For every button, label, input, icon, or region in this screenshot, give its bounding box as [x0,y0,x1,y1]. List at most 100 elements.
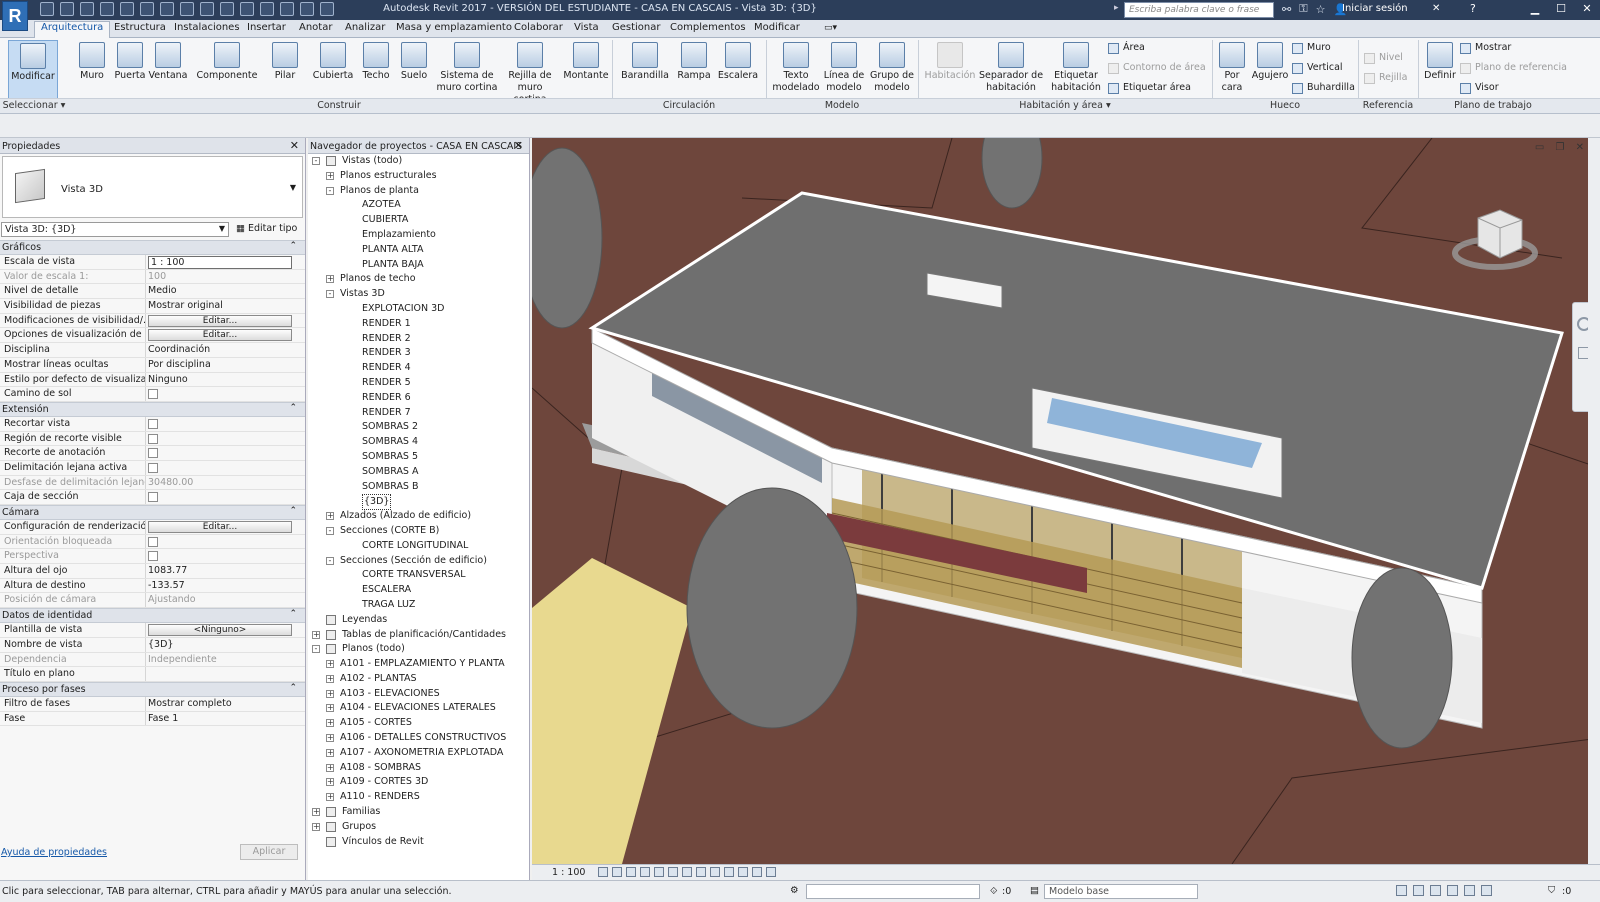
tree-item[interactable]: - Vistas 3D [308,287,529,302]
property-value-cell[interactable]: 100 [146,270,305,284]
cubierta-button[interactable]: Cubierta [312,40,354,82]
collapse-icon[interactable]: - [312,645,320,654]
property-value-cell[interactable] [146,387,305,401]
collapse-icon[interactable]: - [326,186,334,195]
escalera-button[interactable]: Escalera [716,40,760,82]
panel-seleccionar[interactable]: Seleccionar ▾ [2,100,66,111]
collapse-icon[interactable]: ⌃ [289,241,297,251]
property-value-cell[interactable] [146,417,305,431]
view-scale-input[interactable]: 1 : 100 [148,256,292,269]
hueco-muro-button[interactable]: Muro [1292,42,1331,54]
search-expand-icon[interactable]: ▸ [1114,3,1122,15]
property-value-cell[interactable]: {3D} [146,638,305,652]
visor-button[interactable]: Visor [1460,82,1499,94]
tree-item[interactable]: SOMBRAS 4 [308,435,529,450]
rampa-button[interactable]: Rampa [674,40,714,82]
view-scale[interactable]: 1 : 100 [552,867,585,878]
property-edit-button[interactable]: <Ninguno> [148,624,292,637]
area-button[interactable]: Área [1108,42,1145,54]
por-cara-button[interactable]: Por cara [1216,40,1248,94]
tree-item[interactable]: + A103 - ELEVACIONES [308,687,529,702]
property-value-cell[interactable]: Independiente [146,653,305,667]
tree-item[interactable]: RENDER 1 [308,317,529,332]
separador-habitacion-button[interactable]: Separador de habitación [978,40,1044,94]
shadows-icon[interactable] [640,867,650,877]
expand-icon[interactable]: + [326,748,334,757]
close-icon[interactable]: ✕ [290,139,299,152]
pilar-button[interactable]: Pilar [268,40,302,82]
grupo-modelo-button[interactable]: Grupo de modelo [868,40,916,94]
ribbon-toggle-icon[interactable]: ▭▾ [824,23,837,33]
crop-view-icon[interactable] [668,867,678,877]
detail-level-icon[interactable] [598,867,608,877]
tree-item[interactable]: SOMBRAS 2 [308,420,529,435]
close-icon[interactable]: ✕ [1574,0,1600,20]
tree-item[interactable]: ESCALERA [308,583,529,598]
collapse-icon[interactable]: - [312,157,320,165]
tree-item[interactable]: + A107 - AXONOMETRIA EXPLOTADA [308,746,529,761]
expand-icon[interactable]: + [312,822,320,831]
expand-icon[interactable]: + [326,689,334,698]
tree-item[interactable]: SOMBRAS A [308,465,529,480]
collapse-icon[interactable]: ⌃ [289,609,297,619]
tree-item[interactable]: + A109 - CORTES 3D [308,775,529,790]
property-edit-button[interactable]: Editar... [148,314,292,327]
tree-item[interactable]: + Tablas de planificación/Cantidades [308,628,529,643]
collapse-icon[interactable]: - [326,290,334,299]
techo-button[interactable]: Techo [358,40,394,82]
collapse-icon[interactable]: ⌃ [289,683,297,693]
tab-estructura[interactable]: Estructura [108,22,172,33]
tab-vista[interactable]: Vista [568,22,605,33]
property-checkbox[interactable] [148,492,158,503]
show-crop-icon[interactable] [682,867,692,877]
tree-item[interactable]: + Planos de techo [308,272,529,287]
subscription-icon[interactable]: ⚿ [1299,2,1307,16]
tree-item[interactable]: + A104 - ELEVACIONES LATERALES [308,701,529,716]
minimize-icon[interactable]: ▁ [1522,0,1548,20]
property-value-cell[interactable] [146,490,305,504]
etiquetar-habitacion-button[interactable]: Etiquetar habitación [1048,40,1104,94]
tab-arquitectura[interactable]: Arquitectura [34,21,111,38]
tree-item[interactable]: - Secciones (CORTE B) [308,524,529,539]
edit-type-button[interactable]: ▦ Editar tipo [236,223,297,234]
collapse-icon[interactable]: - [326,556,334,565]
montante-button[interactable]: Montante [562,40,610,82]
highlight-displacement-icon[interactable] [766,867,776,877]
property-value-cell[interactable]: 1083.77 [146,564,305,578]
viewcube[interactable] [1440,208,1540,288]
property-group[interactable]: Cámara ⌃ [0,505,305,520]
render-icon[interactable] [654,867,664,877]
nivel-button[interactable]: Nivel [1364,52,1403,64]
hueco-vertical-button[interactable]: Vertical [1292,62,1343,74]
property-value-cell[interactable]: Mostrar completo [146,697,305,711]
property-value-cell[interactable]: 30480.00 [146,476,305,490]
sun-path-icon[interactable] [626,867,636,877]
expand-icon[interactable]: + [326,275,334,284]
componente-button[interactable]: Componente [196,40,258,82]
expand-icon[interactable]: + [326,763,334,772]
type-selector[interactable]: Vista 3D ▼ [2,156,303,218]
expand-icon[interactable]: + [326,778,334,787]
mostrar-button[interactable]: Mostrar [1460,42,1511,54]
exchange-icon[interactable]: ✕ [1432,3,1440,14]
tree-item[interactable]: + Familias [308,805,529,820]
tree-item[interactable]: + A108 - SOMBRAS [308,761,529,776]
property-value-cell[interactable]: Editar... [146,520,305,534]
etiquetar-area-button[interactable]: Etiquetar área [1108,82,1191,94]
property-value-cell[interactable]: Por disciplina [146,358,305,372]
rejilla-muro-cortina-button[interactable]: Rejilla de muro cortina [500,40,560,106]
sistema-muro-cortina-button[interactable]: Sistema de muro cortina [436,40,498,94]
instance-select[interactable]: Vista 3D: {3D} ▼ [1,222,229,237]
property-value-cell[interactable]: Fase 1 [146,712,305,726]
tree-item[interactable]: - Vistas (todo) [308,154,529,169]
collapse-icon[interactable]: - [326,526,334,535]
rejilla-button[interactable]: Rejilla [1364,72,1407,84]
property-value-cell[interactable] [146,549,305,563]
apply-button[interactable]: Aplicar [240,844,298,860]
tree-item[interactable]: RENDER 2 [308,332,529,347]
design-option-icon[interactable]: ▤ [1030,885,1039,896]
tree-item[interactable]: RENDER 5 [308,376,529,391]
drag-on-selection-icon[interactable] [1464,885,1475,896]
property-value-cell[interactable]: <Ninguno> [146,623,305,637]
property-value-cell[interactable]: Editar... [146,314,305,328]
